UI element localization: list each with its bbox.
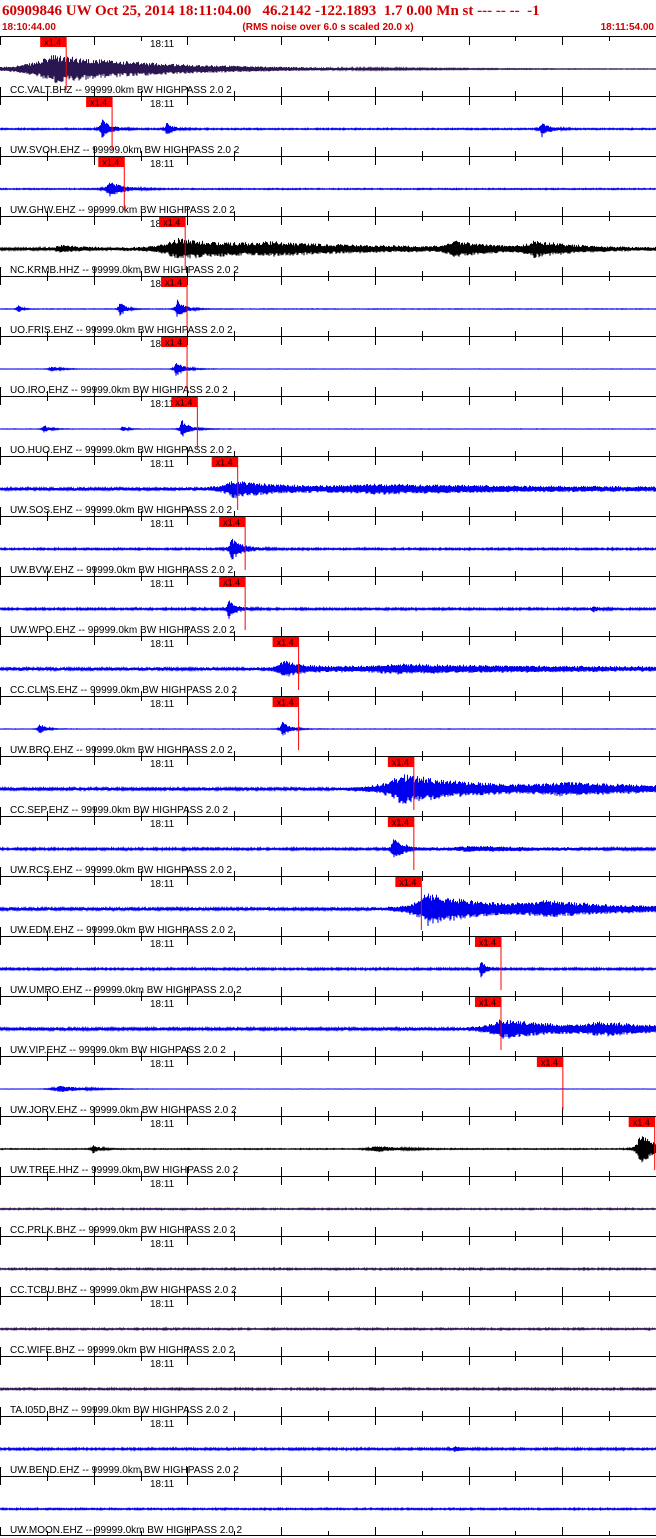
waveform-trace	[0, 1326, 656, 1332]
pick-marker-label: x1.4	[44, 38, 61, 48]
pick-marker-label: x1.4	[223, 518, 240, 528]
pick-marker-label: x1.4	[277, 638, 294, 648]
minute-label: 18:11	[150, 1239, 175, 1250]
minute-label: 18:11	[150, 519, 175, 530]
waveform-trace	[0, 1506, 656, 1512]
waveform-trace	[0, 660, 656, 677]
pick-marker-label: x1.4	[165, 338, 182, 348]
waveform-trace	[0, 893, 656, 927]
pick-marker-label: x1.4	[216, 458, 233, 468]
station-label: UW.SOS.EHZ -- 99999.0km BW HIGHPASS 2.0 …	[10, 505, 233, 516]
minute-label: 18:11	[150, 159, 175, 170]
station-label: UW.BVW.EHZ -- 99999.0km BW HIGHPASS 2.0 …	[10, 565, 234, 576]
minute-label: 18:11	[150, 1479, 175, 1490]
station-label: UW.BRO.EHZ -- 99999.0km BW HIGHPASS 2.0 …	[10, 745, 233, 756]
station-label: UW.JORV.EHZ -- 99999.0km BW HIGHPASS 2.0…	[10, 1105, 237, 1116]
waveform-trace	[0, 119, 656, 138]
pick-marker-label: x1.4	[399, 878, 416, 888]
waveform-trace	[0, 1386, 656, 1392]
minute-label: 18:11	[150, 819, 175, 830]
station-label: UW.EDM.EHZ -- 99999.0km BW HIGHPASS 2.0 …	[10, 925, 234, 936]
pick-marker-label: x1.4	[479, 938, 496, 948]
pick-marker-label: x1.4	[392, 758, 409, 768]
minute-label: 18:11	[150, 879, 175, 890]
station-label: CC.TCBU.BHZ -- 99999.0km BW HIGHPASS 2.0…	[10, 1285, 237, 1296]
noise-scale-note: (RMS noise over 6.0 s scaled 20.0 x)	[242, 22, 414, 33]
station-label: UW.VIP.EHZ -- 99999.0km BW HIGHPASS 2.0 …	[10, 1045, 226, 1056]
pick-marker-label: x1.4	[223, 578, 240, 588]
minute-label: 18:11	[150, 1299, 175, 1310]
station-label: UW.WPO.EHZ -- 99999.0km BW HIGHPASS 2.0 …	[10, 625, 235, 636]
waveform-trace	[0, 600, 656, 619]
minute-label: 18:11	[150, 639, 175, 650]
station-label: CC.WIFE.BHZ -- 99999.0km BW HIGHPASS 2.0…	[10, 1345, 235, 1356]
pick-marker-label: x1.4	[163, 218, 180, 228]
minute-label: 18:11	[150, 99, 175, 110]
waveform-trace	[0, 299, 656, 317]
waveform-trace	[0, 839, 656, 858]
minute-label: 18:11	[150, 939, 175, 950]
waveform-trace	[0, 1266, 656, 1272]
pick-marker-label: x1.4	[277, 698, 294, 708]
waveform-trace	[0, 538, 656, 560]
station-label: CC.PRLK.BHZ -- 99999.0km BW HIGHPASS 2.0…	[10, 1225, 236, 1236]
minute-label: 18:11	[150, 759, 175, 770]
event-title: 60909846 UW Oct 25, 2014 18:11:04.00 46.…	[2, 3, 540, 19]
waveform-trace	[0, 1136, 656, 1163]
station-label: UW.TREE.HHZ -- 99999.0km BW HIGHPASS 2.0…	[10, 1165, 239, 1176]
station-label: NC.KRMB.HHZ -- 99999.0km BW HIGHPASS 2.0…	[10, 265, 239, 276]
minute-label: 18:11	[150, 579, 175, 590]
pick-marker-label: x1.4	[165, 278, 182, 288]
waveform-trace	[0, 55, 656, 84]
station-label: UW.RCS.EHZ -- 99999.0km BW HIGHPASS 2.0 …	[10, 865, 233, 876]
pick-marker-label: x1.4	[90, 98, 107, 108]
station-label: UO.IRO.EHZ -- 99999.0km BW HIGHPASS 2.0 …	[10, 385, 228, 396]
minute-label: 18:11	[150, 1419, 175, 1430]
pick-marker-label: x1.4	[633, 1118, 650, 1128]
waveform-trace	[0, 1019, 656, 1039]
waveform-trace	[0, 774, 656, 804]
minute-label: 18:11	[150, 1059, 175, 1070]
record-header: 60909846 UW Oct 25, 2014 18:11:04.00 46.…	[0, 0, 656, 36]
minute-label: 18:11	[150, 39, 175, 50]
station-label: CC.SEP.EHZ -- 99999.0km BW HIGHPASS 2.0 …	[10, 805, 228, 816]
waveform-trace	[0, 1206, 656, 1212]
waveform-trace	[0, 481, 656, 499]
pick-marker-label: x1.4	[541, 1058, 558, 1068]
waveform-trace	[0, 363, 656, 376]
pick-marker-label: x1.4	[175, 398, 192, 408]
minute-label: 18:11	[150, 699, 175, 710]
station-label: UW.BEND.EHZ -- 99999.0km BW HIGHPASS 2.0…	[10, 1465, 239, 1476]
end-time-label: 18:11:54.00	[600, 22, 654, 33]
pick-marker-label: x1.4	[102, 158, 119, 168]
station-label: UO.FRIS.EHZ -- 99999.0km BW HIGHPASS 2.0…	[10, 325, 233, 336]
station-label: UW.GHW.EHZ -- 99999.0km BW HIGHPASS 2.0 …	[10, 205, 235, 216]
station-label: UW.SVOH.EHZ -- 99999.0km BW HIGHPASS 2.0…	[10, 145, 240, 156]
minute-label: 18:11	[150, 399, 175, 410]
minute-label: 18:11	[150, 1119, 175, 1130]
pick-marker-label: x1.4	[392, 818, 409, 828]
waveform-trace	[0, 721, 656, 736]
station-label: UW.MOON.EHZ -- 99999.0km BW HIGHPASS 2.0…	[10, 1525, 243, 1536]
minute-label: 18:11	[150, 999, 175, 1010]
minute-label: 18:11	[150, 459, 175, 470]
waveform-trace	[0, 237, 656, 259]
station-label: CC.VALT.BHZ -- 99999.0km BW HIGHPASS 2.0…	[10, 85, 232, 96]
station-label: UO.HUO.EHZ -- 99999.0km BW HIGHPASS 2.0 …	[10, 445, 233, 456]
waveform-trace	[0, 1085, 656, 1092]
waveform-trace	[0, 962, 656, 978]
waveform-trace	[0, 420, 656, 437]
waveform-trace	[0, 182, 656, 197]
station-label: TA.I05D.BHZ -- 99999.0km BW HIGHPASS 2.0…	[10, 1405, 228, 1416]
minute-label: 18:11	[150, 1359, 175, 1370]
seismogram-plot: 18:11 CC.VALT.BHZ -- 99999.0km BW HIGHPAS…	[0, 36, 656, 1536]
station-label: UW.UMRO.EHZ -- 99999.0km BW HIGHPASS 2.0…	[10, 985, 242, 996]
station-label: CC.CLMS.EHZ -- 99999.0km BW HIGHPASS 2.0…	[10, 685, 238, 696]
pick-marker-label: x1.4	[479, 998, 496, 1008]
waveform-trace	[0, 1445, 656, 1452]
minute-label: 18:11	[150, 1179, 175, 1190]
